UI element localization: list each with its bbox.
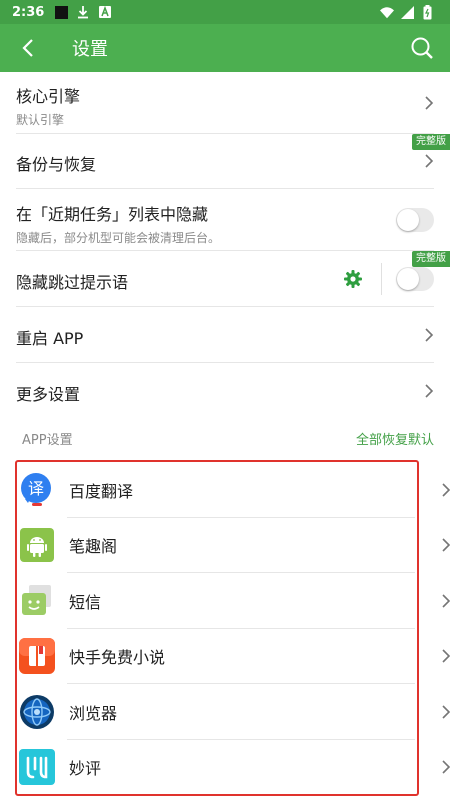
app-row-baidu-translate[interactable]: 译 百度翻译: [17, 462, 450, 518]
kuaishou-novel-icon: [19, 638, 55, 675]
chevron-right-icon: [442, 760, 450, 774]
app-row-miaoping[interactable]: 妙评: [17, 740, 450, 796]
search-icon: [411, 37, 433, 59]
app-row-biquge[interactable]: 笔趣阁: [17, 518, 450, 573]
chevron-right-icon: [442, 705, 450, 719]
hide-from-recents-toggle[interactable]: [396, 207, 434, 232]
status-bar: 2:36: [0, 0, 450, 24]
svg-text:译: 译: [28, 479, 44, 498]
baidu-translate-icon: 译: [19, 472, 55, 508]
notification-square-icon: [54, 5, 68, 19]
chevron-right-icon: [425, 154, 434, 168]
chevron-right-icon: [442, 649, 450, 663]
settings-item-core-engine[interactable]: 核心引擎 默认引擎: [16, 72, 434, 134]
back-button[interactable]: [0, 24, 56, 72]
settings-item-title: 备份与恢复: [16, 155, 97, 174]
app-bar: 设置: [0, 24, 450, 72]
chevron-right-icon: [425, 95, 434, 110]
back-arrow-icon: [22, 39, 33, 57]
app-name: 浏览器: [69, 703, 118, 723]
settings-item-title: 隐藏跳过提示语: [16, 273, 129, 292]
divider: [381, 263, 382, 295]
settings-item-restart-app[interactable]: 重启 APP: [16, 307, 434, 363]
settings-item-hide-from-recents: 在「近期任务」列表中隐藏 隐藏后，部分机型可能会被清理后台。: [16, 189, 434, 251]
status-time: 2:36: [12, 4, 45, 20]
app-row-browser[interactable]: 浏览器: [17, 684, 450, 740]
app-settings-section-header: APP设置 全部恢复默认: [22, 419, 434, 457]
app-row-sms[interactable]: 短信: [17, 573, 450, 629]
chevron-right-icon: [425, 384, 434, 398]
settings-item-subtitle: 默认引擎: [16, 113, 65, 127]
page-title: 设置: [72, 39, 108, 60]
settings-item-title: 重启 APP: [16, 329, 84, 348]
app-name: 快手免费小说: [69, 648, 166, 668]
app-name: 笔趣阁: [69, 537, 118, 557]
wifi-icon: [380, 5, 394, 19]
settings-item-backup-restore[interactable]: 完整版 备份与恢复: [16, 134, 450, 189]
full-version-badge: 完整版: [412, 134, 450, 150]
android-icon: [19, 527, 55, 563]
sms-icon: [19, 583, 55, 619]
gear-icon[interactable]: [344, 270, 362, 288]
app-name: 百度翻译: [69, 481, 134, 501]
chevron-right-icon: [442, 538, 450, 552]
signal-icon: [400, 5, 414, 19]
full-version-badge: 完整版: [412, 251, 450, 267]
settings-item-title: 在「近期任务」列表中隐藏: [16, 205, 209, 224]
chevron-right-icon: [442, 594, 450, 608]
miaoping-icon: [19, 749, 55, 786]
browser-icon: [19, 694, 55, 730]
app-list: 译 百度翻译 笔趣阁 短信 快手免费小说 浏览器 妙评: [15, 460, 450, 796]
settings-item-subtitle: 隐藏后，部分机型可能会被清理后台。: [16, 231, 221, 245]
chevron-right-icon: [425, 327, 434, 342]
app-row-kuaishou-novel[interactable]: 快手免费小说: [17, 629, 450, 684]
settings-item-hide-skip-hint: 完整版 隐藏跳过提示语: [16, 251, 450, 307]
settings-item-title: 更多设置: [16, 385, 81, 404]
battery-icon: [420, 4, 434, 19]
app-name: 短信: [69, 592, 102, 612]
reset-all-defaults-link[interactable]: 全部恢复默认: [356, 429, 434, 448]
download-icon: [76, 5, 90, 19]
settings-item-more-settings[interactable]: 更多设置: [16, 363, 434, 419]
section-label: APP设置: [22, 432, 73, 448]
chevron-right-icon: [442, 483, 450, 497]
hide-skip-hint-toggle[interactable]: [396, 266, 434, 291]
search-button[interactable]: [402, 24, 442, 72]
settings-item-title: 核心引擎: [16, 87, 81, 106]
app-name: 妙评: [69, 759, 102, 779]
app-notification-icon: [98, 5, 112, 19]
